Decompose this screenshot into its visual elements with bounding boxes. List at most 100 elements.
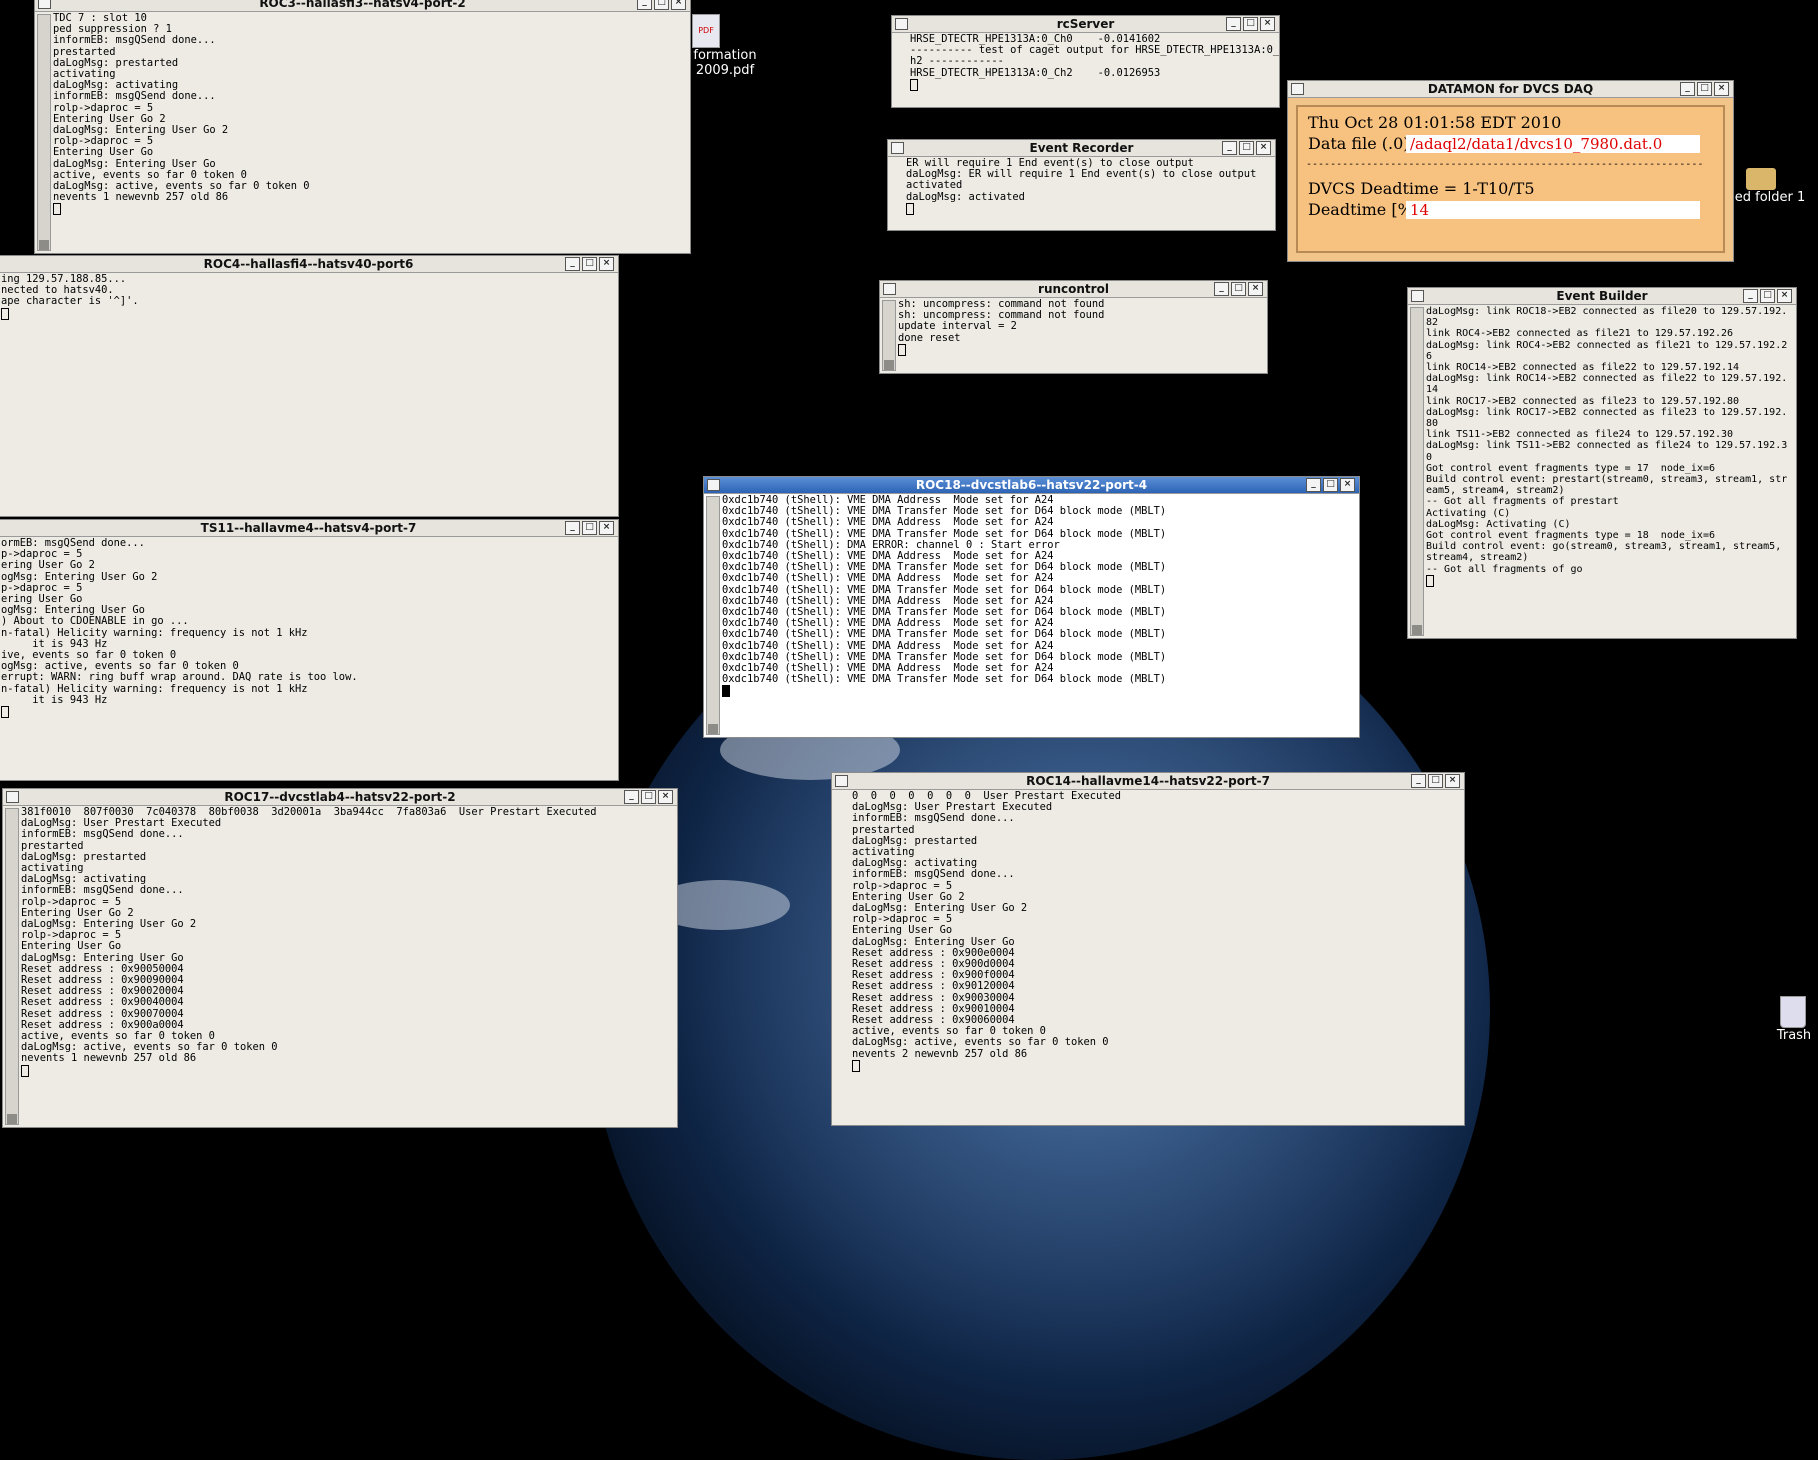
close-button[interactable]: × — [1260, 17, 1275, 31]
close-button[interactable]: × — [599, 521, 614, 535]
scrollbar[interactable] — [882, 300, 896, 371]
window-menu-button[interactable] — [38, 0, 51, 9]
maximize-button[interactable]: □ — [654, 0, 669, 10]
close-button[interactable]: × — [1340, 478, 1355, 492]
maximize-button[interactable]: □ — [582, 257, 597, 271]
rcserver-titlebar[interactable]: rcServer _ □ × — [892, 16, 1279, 33]
minimize-button[interactable]: _ — [1226, 17, 1241, 31]
maximize-button[interactable]: □ — [1428, 774, 1443, 788]
datamon-window[interactable]: DATAMON for DVCS DAQ _ □ × Thu Oct 28 01… — [1287, 80, 1734, 262]
terminal-line: nevents 1 newevnb 257 old 86 — [53, 191, 229, 204]
maximize-button[interactable]: □ — [1760, 289, 1775, 303]
window-menu-button[interactable] — [883, 283, 896, 295]
terminal-line: activated — [906, 179, 963, 192]
roc3-titlebar[interactable]: ROC3--hallasfi3--hatsv4-port-2 _ □ × — [35, 0, 690, 12]
roc4-titlebar[interactable]: ROC4--hallasfi4--hatsv40-port6 _ □ × — [0, 256, 618, 273]
roc4-terminal[interactable]: ing 129.57.188.85... nected to hatsv40. ap… — [0, 273, 618, 516]
terminal-line: informEB: msgQSend done... — [53, 34, 216, 47]
scrollbar[interactable] — [5, 808, 19, 1125]
window-menu-button[interactable] — [1411, 290, 1424, 302]
roc14-titlebar[interactable]: ROC14--hallavme14--hatsv22-port-7 _ □ × — [832, 773, 1464, 790]
maximize-button[interactable]: □ — [582, 521, 597, 535]
event-builder-titlebar[interactable]: Event Builder _ □ × — [1408, 288, 1796, 305]
minimize-button[interactable]: _ — [624, 790, 639, 804]
event-builder-lines: daLogMsg: link ROC18->EB2 connected as f… — [1426, 306, 1794, 638]
trash-desktop-icon[interactable]: Trash — [1770, 996, 1818, 1043]
terminal-line: errupt: WARN: ring buff wrap around. DAQ… — [1, 671, 358, 684]
event-recorder-titlebar[interactable]: Event Recorder _ □ × — [888, 140, 1275, 157]
minimize-button[interactable]: _ — [1743, 289, 1758, 303]
window-menu-button[interactable] — [895, 18, 908, 30]
roc14-terminal[interactable]: 0 0 0 0 0 0 0 User Prestart Executed daLo… — [832, 790, 1464, 1125]
event-recorder-window[interactable]: Event Recorder _ □ × ER will require 1 E… — [887, 139, 1276, 231]
event-builder-window[interactable]: Event Builder _ □ × daLogMsg: link ROC18… — [1407, 287, 1797, 639]
close-button[interactable]: × — [1714, 82, 1729, 96]
minimize-button[interactable]: _ — [1680, 82, 1695, 96]
terminal-line: 0xdc1b740 (tShell): VME DMA Address Mode… — [722, 516, 1054, 529]
window-menu-button[interactable] — [835, 775, 848, 787]
datamon-panel: Thu Oct 28 01:01:58 EDT 2010 Data file (… — [1296, 105, 1725, 253]
close-button[interactable]: × — [599, 257, 614, 271]
close-button[interactable]: × — [1256, 141, 1271, 155]
terminal-line: 0xdc1b740 (tShell): VME DMA Transfer Mod… — [722, 673, 1167, 686]
minimize-button[interactable]: _ — [1222, 141, 1237, 155]
terminal-line: Entering User Go — [852, 924, 953, 937]
terminal-line: eam5, stream4, stream2) — [1426, 485, 1565, 497]
window-menu-button[interactable] — [891, 142, 904, 154]
trash-icon — [1780, 996, 1806, 1028]
close-button[interactable]: × — [1445, 774, 1460, 788]
rcserver-lines: HRSE_DTECTR_HPE1313A:0_Ch0 -0.0141602 ---… — [910, 33, 1279, 107]
scrollbar[interactable] — [706, 496, 720, 735]
runcontrol-window[interactable]: runcontrol _ □ × sh: uncompress: command… — [879, 280, 1268, 374]
rcserver-terminal[interactable]: HRSE_DTECTR_HPE1313A:0_Ch0 -0.0141602 ---… — [892, 33, 1279, 107]
roc4-lines: ing 129.57.188.85... nected to hatsv40. ap… — [1, 273, 616, 516]
close-button[interactable]: × — [1248, 282, 1263, 296]
minimize-button[interactable]: _ — [637, 0, 652, 10]
minimize-button[interactable]: _ — [1214, 282, 1229, 296]
event-builder-terminal[interactable]: daLogMsg: link ROC18->EB2 connected as f… — [1408, 305, 1796, 638]
window-menu-button[interactable] — [1291, 83, 1304, 95]
ts11-titlebar[interactable]: TS11--hallavme4--hatsv4-port-7 _ □ × — [0, 520, 618, 537]
terminal-line: daLogMsg: activated — [906, 190, 1025, 203]
scrollbar[interactable] — [1410, 307, 1424, 636]
ts11-terminal[interactable]: ormEB: msgQSend done... p->daproc = 5 erin… — [0, 537, 618, 780]
roc17-window[interactable]: ROC17--dvcstlab4--hatsv22-port-2 _ □ × 3… — [2, 788, 678, 1128]
event-recorder-terminal[interactable]: ER will require 1 End event(s) to close … — [888, 157, 1275, 230]
event-recorder-lines: ER will require 1 End event(s) to close … — [906, 157, 1273, 230]
cursor — [852, 1059, 860, 1072]
roc14-window[interactable]: ROC14--hallavme14--hatsv22-port-7 _ □ × … — [831, 772, 1465, 1126]
roc17-titlebar[interactable]: ROC17--dvcstlab4--hatsv22-port-2 _ □ × — [3, 789, 677, 806]
roc17-terminal[interactable]: 381f0010 807f0030 7c040378 80bf0038 3d20… — [3, 806, 677, 1127]
maximize-button[interactable]: □ — [1239, 141, 1254, 155]
minimize-button[interactable]: _ — [565, 521, 580, 535]
maximize-button[interactable]: □ — [1243, 17, 1258, 31]
runcontrol-titlebar[interactable]: runcontrol _ □ × — [880, 281, 1267, 298]
ts11-window[interactable]: TS11--hallavme4--hatsv4-port-7 _ □ × orm… — [0, 519, 619, 781]
maximize-button[interactable]: □ — [1697, 82, 1712, 96]
roc3-window[interactable]: ROC3--hallasfi3--hatsv4-port-2 _ □ × TDC… — [34, 0, 691, 254]
close-button[interactable]: × — [1777, 289, 1792, 303]
scrollbar[interactable] — [37, 14, 51, 251]
roc18-window[interactable]: ROC18--dvcstlab6--hatsv22-port-4 _ □ × 0… — [703, 476, 1360, 738]
folder-desktop-icon[interactable]: ed folder 1 — [1722, 168, 1818, 205]
minimize-button[interactable]: _ — [1411, 774, 1426, 788]
minimize-button[interactable]: _ — [565, 257, 580, 271]
terminal-line: Entering User Go — [21, 940, 122, 953]
close-button[interactable]: × — [671, 0, 686, 10]
pdf-icon: PDF — [692, 14, 720, 48]
window-menu-button[interactable] — [707, 479, 720, 491]
window-menu-button[interactable] — [6, 791, 19, 803]
datamon-titlebar[interactable]: DATAMON for DVCS DAQ _ □ × — [1288, 81, 1733, 98]
roc4-window[interactable]: ROC4--hallasfi4--hatsv40-port6 _ □ × ing… — [0, 255, 619, 517]
maximize-button[interactable]: □ — [641, 790, 656, 804]
datamon-date: Thu Oct 28 01:01:58 EDT 2010 — [1308, 113, 1562, 132]
roc18-titlebar[interactable]: ROC18--dvcstlab6--hatsv22-port-4 _ □ × — [704, 477, 1359, 494]
maximize-button[interactable]: □ — [1231, 282, 1246, 296]
rcserver-window[interactable]: rcServer _ □ × HRSE_DTECTR_HPE1313A:0_Ch… — [891, 15, 1280, 108]
minimize-button[interactable]: _ — [1306, 478, 1321, 492]
close-button[interactable]: × — [658, 790, 673, 804]
maximize-button[interactable]: □ — [1323, 478, 1338, 492]
runcontrol-terminal[interactable]: sh: uncompress: command not found sh: unc… — [880, 298, 1267, 373]
roc18-terminal[interactable]: 0xdc1b740 (tShell): VME DMA Address Mode… — [704, 494, 1359, 737]
roc3-terminal[interactable]: TDC 7 : slot 10 ped suppression ? 1 inform… — [35, 12, 690, 253]
